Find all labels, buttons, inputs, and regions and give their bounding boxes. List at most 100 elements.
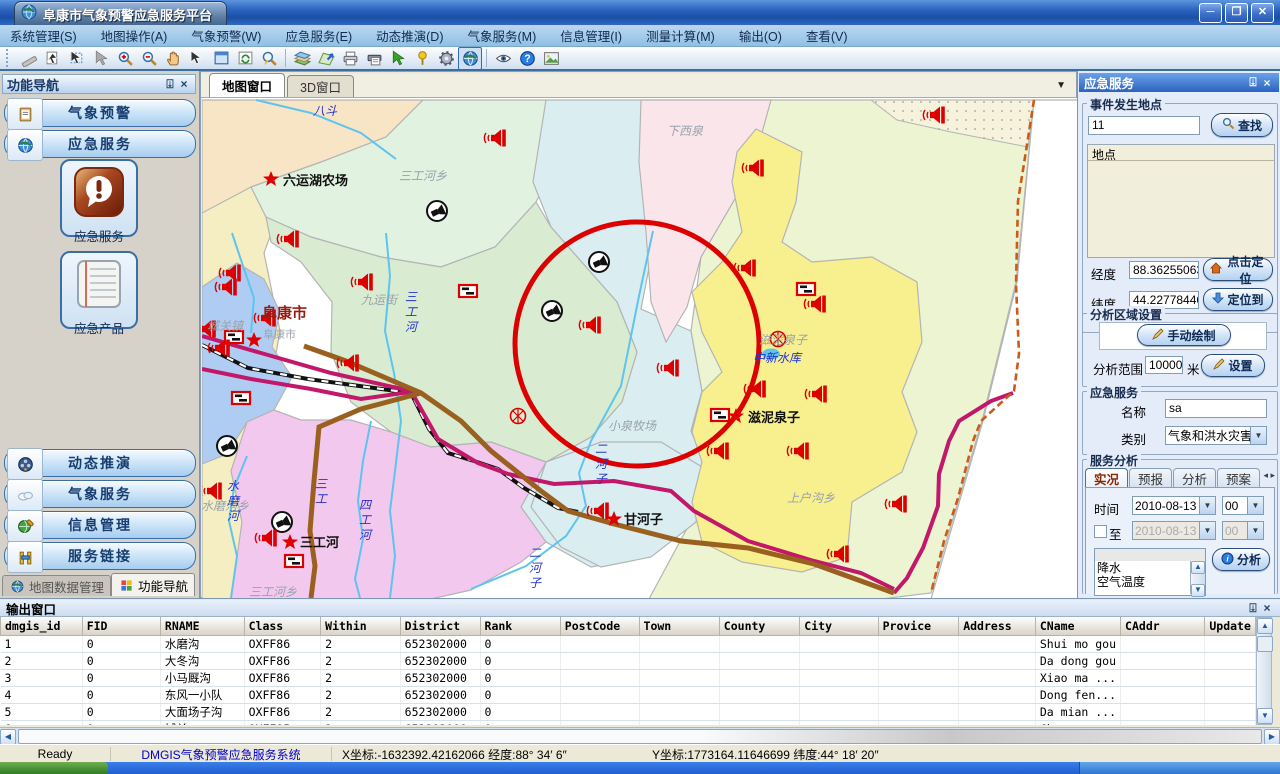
find-button[interactable]: 查找 <box>1211 113 1273 137</box>
analysis-tab-预报[interactable]: 预报 <box>1129 468 1172 488</box>
output-vertical-scrollbar[interactable]: ▲ ▼ <box>1256 617 1272 725</box>
scroll-thumb[interactable] <box>1257 636 1273 652</box>
pin-icon[interactable]: ⍗ <box>163 77 177 92</box>
goto-location-button[interactable]: 定位到 <box>1203 288 1273 311</box>
scroll-down-icon[interactable]: ▼ <box>1257 708 1273 724</box>
pin-icon[interactable]: ⍗ <box>1246 75 1260 90</box>
green-pointer-icon[interactable] <box>386 47 410 70</box>
map-canvas[interactable]: 八斗六运湖农场三工河乡下西泉九运街阜康市城关镇阜康市滋泥泉子中新水库小泉牧场滋泥… <box>202 98 1078 604</box>
type-select[interactable]: 气象和洪水灾害▼ <box>1165 426 1267 445</box>
globe-icon[interactable] <box>458 47 482 70</box>
table-row[interactable]: 30小马厩沟OXFF8626523020000Xiao ma ... <box>1 670 1256 687</box>
date-select[interactable]: 2010-08-13▼ <box>1132 496 1216 515</box>
eye-icon[interactable] <box>491 47 515 70</box>
pointer-icon[interactable] <box>185 47 209 70</box>
manual-draw-button[interactable]: 手动绘制 <box>1137 324 1231 346</box>
sidebar-item-气象预警[interactable]: 气象预警 <box>4 99 196 127</box>
table-row[interactable]: 20大冬沟OXFF8626523020000Da dong gou <box>1 653 1256 670</box>
start-button[interactable] <box>0 762 108 774</box>
click-locate-button[interactable]: 点击定位 <box>1203 258 1273 281</box>
select-clear-icon[interactable] <box>89 47 113 70</box>
gear-icon[interactable] <box>434 47 458 70</box>
menu-item[interactable]: 测量计算(M) <box>646 26 715 45</box>
sidebar-item-服务链接[interactable]: 服务链接 <box>4 542 196 570</box>
menu-item[interactable]: 系统管理(S) <box>10 26 77 45</box>
print-icon[interactable] <box>338 47 362 70</box>
toolbar-grip[interactable] <box>6 49 13 67</box>
column-header[interactable]: Update <box>1205 617 1256 636</box>
tab-scroll-arrows[interactable]: ◂ ▸ <box>1263 470 1275 481</box>
scroll-down-icon[interactable]: ▼ <box>1191 584 1205 597</box>
list-scrollbar[interactable]: ▲ ▼ <box>1190 561 1205 594</box>
map-tab-3D窗口[interactable]: 3D窗口 <box>287 75 354 97</box>
menu-item[interactable]: 查看(V) <box>806 26 848 45</box>
output-horizontal-scrollbar[interactable]: ◀ ▶ <box>0 727 1280 745</box>
sidebar-item-应急服务[interactable]: 应急服务 <box>4 130 196 158</box>
menu-item[interactable]: 信息管理(I) <box>560 26 622 45</box>
column-header[interactable]: dmgis_id <box>1 617 83 636</box>
measure-icon[interactable] <box>17 47 41 70</box>
set-button[interactable]: 设置 <box>1201 354 1265 377</box>
output-table[interactable]: dmgis_idFIDRNAMEClassWithinDistrictRankP… <box>0 617 1256 725</box>
column-header[interactable]: CAddr <box>1121 617 1205 636</box>
element-list[interactable]: 降水空气温度 ▲ ▼ <box>1094 548 1206 596</box>
select-page-icon[interactable] <box>41 47 65 70</box>
column-header[interactable]: Address <box>959 617 1036 636</box>
event-keyword-input[interactable]: 11 <box>1088 116 1200 135</box>
column-header[interactable]: County <box>719 617 800 636</box>
table-row[interactable]: 50大面场子沟OXFF8626523020000Da mian ... <box>1 704 1256 721</box>
close-button[interactable]: ✕ <box>1251 3 1274 23</box>
menu-item[interactable]: 应急服务(E) <box>285 26 352 45</box>
taskbar-tray[interactable] <box>1079 762 1280 774</box>
close-icon[interactable]: × <box>1260 76 1274 90</box>
tab-地图数据管理[interactable]: 地图数据管理 <box>2 575 111 596</box>
column-header[interactable]: Rank <box>480 617 560 636</box>
scroll-up-icon[interactable]: ▲ <box>1191 561 1205 574</box>
hour-select[interactable]: 00▼ <box>1222 496 1264 515</box>
image-icon[interactable] <box>539 47 563 70</box>
column-header[interactable]: District <box>400 617 480 636</box>
table-row[interactable]: 10水磨沟OXFF8626523020000Shui mo gou <box>1 636 1256 653</box>
close-icon[interactable]: × <box>1260 601 1274 615</box>
column-header[interactable]: Town <box>639 617 719 636</box>
column-header[interactable]: Within <box>321 617 401 636</box>
column-header[interactable]: City <box>800 617 878 636</box>
menu-item[interactable]: 输出(O) <box>739 26 782 45</box>
analysis-tab-预案[interactable]: 预案 <box>1217 468 1260 488</box>
location-list[interactable]: 地点 <box>1087 144 1275 258</box>
column-header[interactable]: FID <box>82 617 160 636</box>
restore-button[interactable]: ❐ <box>1225 3 1248 23</box>
to-checkbox[interactable] <box>1094 525 1107 538</box>
minimize-button[interactable]: ─ <box>1199 3 1222 23</box>
menu-item[interactable]: 动态推演(D) <box>376 26 443 45</box>
analysis-tab-分析[interactable]: 分析 <box>1173 468 1216 488</box>
table-row[interactable]: 60城关OXFF8526523020000Cheng guan <box>1 721 1256 726</box>
menu-item[interactable]: 气象预警(W) <box>191 26 261 45</box>
identify-icon[interactable] <box>257 47 281 70</box>
full-extent-icon[interactable] <box>209 47 233 70</box>
close-icon[interactable]: × <box>177 77 191 91</box>
table-row[interactable]: 40东风一小队OXFF8626523020000Dong fen... <box>1 687 1256 704</box>
scroll-left-icon[interactable]: ◀ <box>0 729 16 745</box>
map-tab-地图窗口[interactable]: 地图窗口 <box>209 73 285 97</box>
zoom-out-icon[interactable] <box>137 47 161 70</box>
longitude-input[interactable]: 88.36255063 <box>1129 261 1199 279</box>
export-map-icon[interactable] <box>314 47 338 70</box>
chevron-down-icon[interactable]: ▼ <box>1056 80 1066 91</box>
pan-icon[interactable] <box>161 47 185 70</box>
column-header[interactable]: RNAME <box>160 617 244 636</box>
refresh-icon[interactable] <box>233 47 257 70</box>
select-box-icon[interactable] <box>65 47 89 70</box>
sidebar-item-动态推演[interactable]: 动态推演 <box>4 449 196 477</box>
sidebar-item-气象服务[interactable]: 气象服务 <box>4 480 196 508</box>
help-icon[interactable]: ? <box>515 47 539 70</box>
list-item[interactable]: 空气温度 <box>1097 575 1205 589</box>
menu-item[interactable]: 地图操作(A) <box>101 26 168 45</box>
scroll-thumb[interactable] <box>18 729 1262 744</box>
sidebar-item-信息管理[interactable]: 信息管理 <box>4 511 196 539</box>
name-input[interactable]: sa <box>1165 399 1267 418</box>
analysis-tab-实况[interactable]: 实况 <box>1085 468 1128 488</box>
pin-icon[interactable]: ⍗ <box>1246 601 1260 616</box>
analyze-button[interactable]: i分析 <box>1212 548 1270 571</box>
layers-icon[interactable] <box>290 47 314 70</box>
